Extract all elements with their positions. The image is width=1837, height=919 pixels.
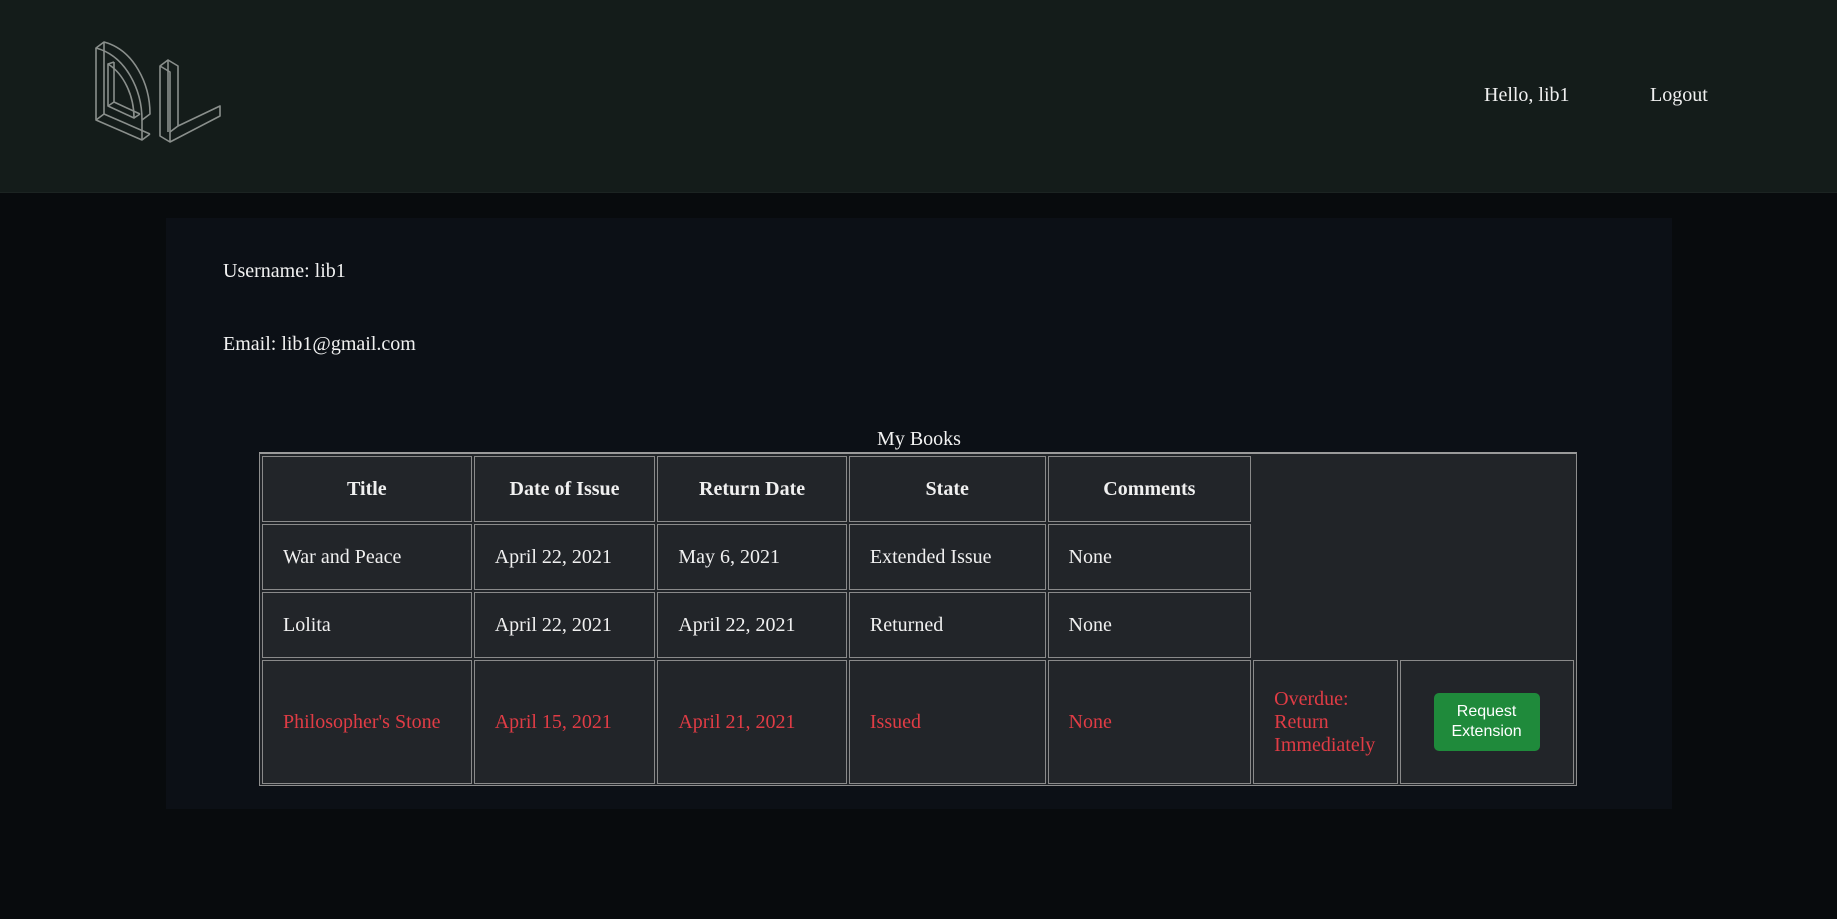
cell-return-date: April 21, 2021 xyxy=(657,660,847,784)
empty-cell xyxy=(1253,592,1398,658)
cell-comments: None xyxy=(1047,524,1252,590)
column-header-title: Title xyxy=(262,456,472,522)
username-text: Username: lib1 xyxy=(223,260,346,282)
cell-state: Returned xyxy=(848,592,1046,658)
empty-cell xyxy=(1400,524,1574,590)
logout-link[interactable]: Logout xyxy=(1650,84,1708,107)
cell-title: Philosopher's Stone xyxy=(262,660,472,784)
books-table: Title Date of Issue Return Date State Co… xyxy=(260,454,1576,786)
cell-return-date: May 6, 2021 xyxy=(657,524,847,590)
cell-comments: None xyxy=(1047,660,1252,784)
empty-cell xyxy=(1400,592,1574,658)
empty-cell xyxy=(1253,524,1398,590)
overdue-status-text: Overdue: Return Immediately xyxy=(1253,660,1399,784)
column-header-return-date: Return Date xyxy=(657,456,847,522)
empty-cell xyxy=(1253,456,1398,522)
greeting-link[interactable]: Hello, lib1 xyxy=(1484,84,1570,107)
action-cell: Request Extension xyxy=(1400,660,1574,784)
email-text: Email: lib1@gmail.com xyxy=(223,333,416,355)
books-table-container: Title Date of Issue Return Date State Co… xyxy=(259,452,1577,786)
cell-title: War and Peace xyxy=(262,524,472,590)
cell-title: Lolita xyxy=(262,592,472,658)
top-header: Hello, lib1 Logout xyxy=(0,0,1837,193)
table-row-overdue: Philosopher's Stone April 15, 2021 April… xyxy=(262,660,1574,784)
cell-date-of-issue: April 22, 2021 xyxy=(473,524,656,590)
column-header-comments: Comments xyxy=(1047,456,1252,522)
cell-date-of-issue: April 22, 2021 xyxy=(473,592,656,658)
table-row: Lolita April 22, 2021 April 22, 2021 Ret… xyxy=(262,592,1574,658)
profile-panel: Username: lib1 Email: lib1@gmail.com My … xyxy=(166,218,1672,809)
dl-logo-icon[interactable] xyxy=(90,36,225,156)
cell-date-of-issue: April 15, 2021 xyxy=(473,660,656,784)
cell-comments: None xyxy=(1047,592,1252,658)
table-header-row: Title Date of Issue Return Date State Co… xyxy=(262,456,1574,522)
empty-cell xyxy=(1400,456,1574,522)
table-row: War and Peace April 22, 2021 May 6, 2021… xyxy=(262,524,1574,590)
cell-state: Extended Issue xyxy=(848,524,1046,590)
column-header-date-of-issue: Date of Issue xyxy=(473,456,656,522)
cell-return-date: April 22, 2021 xyxy=(657,592,847,658)
column-header-state: State xyxy=(848,456,1046,522)
request-extension-button[interactable]: Request Extension xyxy=(1433,693,1540,751)
books-table-caption: My Books xyxy=(877,428,961,450)
cell-state: Issued xyxy=(848,660,1046,784)
